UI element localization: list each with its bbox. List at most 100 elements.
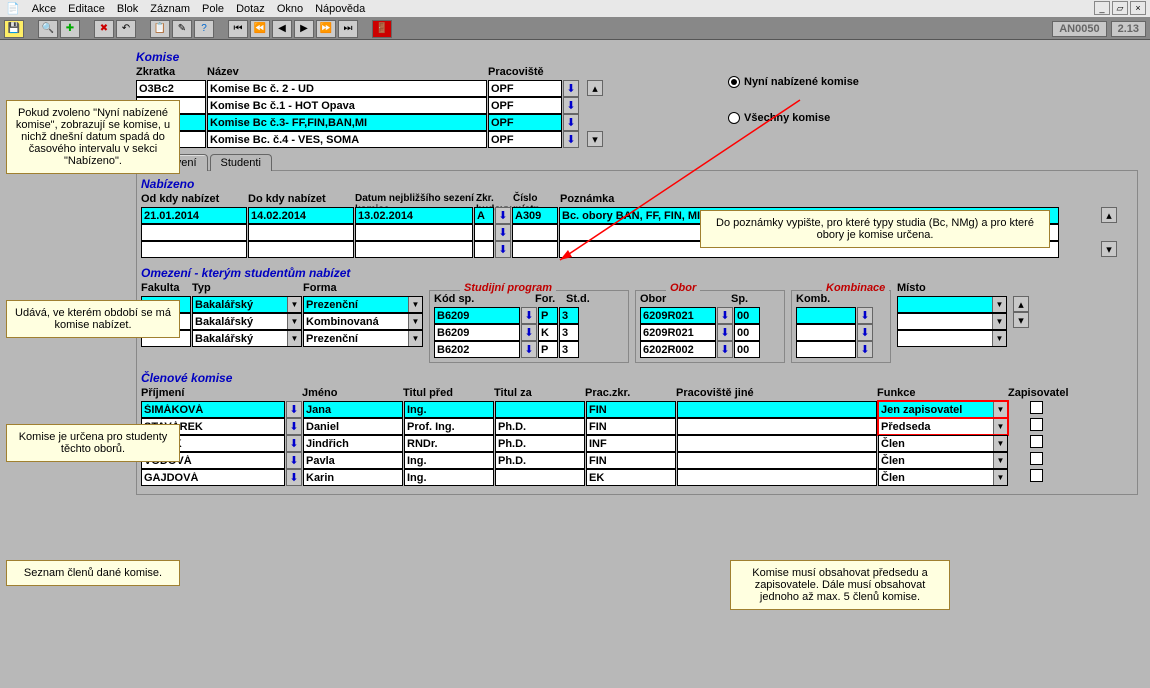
lov-icon[interactable]: ⬇ bbox=[717, 307, 733, 324]
nab-od-2[interactable] bbox=[141, 224, 247, 241]
om-sp[interactable] bbox=[734, 341, 760, 358]
lov-icon[interactable]: ⬇ bbox=[563, 131, 579, 148]
om-sp[interactable] bbox=[734, 324, 760, 341]
cl-jmeno[interactable] bbox=[303, 469, 403, 486]
scroll-up-icon[interactable]: ▴ bbox=[1013, 296, 1029, 312]
cl-titul-pred[interactable] bbox=[404, 401, 494, 418]
komise-pracoviste[interactable] bbox=[488, 97, 562, 114]
cl-titul-pred[interactable] bbox=[404, 435, 494, 452]
menu-pole[interactable]: Pole bbox=[202, 3, 224, 15]
nab-do[interactable] bbox=[248, 207, 354, 224]
cl-funkce[interactable]: Člen▼ bbox=[878, 435, 1008, 452]
cl-zapisovatel-checkbox[interactable] bbox=[1030, 435, 1043, 448]
komise-nazev[interactable] bbox=[207, 114, 487, 131]
nab-cislo[interactable] bbox=[512, 207, 558, 224]
copy-icon[interactable]: 📋 bbox=[150, 20, 170, 38]
om-typ[interactable]: Bakalářský▼ bbox=[192, 296, 302, 313]
cl-funkce[interactable]: Člen▼ bbox=[878, 469, 1008, 486]
nab-zkr[interactable] bbox=[474, 207, 494, 224]
prev-page-icon[interactable]: ⏪ bbox=[250, 20, 270, 38]
om-forma[interactable]: Kombinovaná▼ bbox=[303, 313, 423, 330]
cl-prijmeni[interactable] bbox=[141, 469, 285, 486]
edit-icon[interactable]: ✎ bbox=[172, 20, 192, 38]
tab-studenti[interactable]: Studenti bbox=[210, 154, 272, 171]
lov-icon[interactable]: ⬇ bbox=[286, 435, 302, 452]
cl-prac-zkr[interactable] bbox=[586, 452, 676, 469]
cl-titul-za[interactable] bbox=[495, 418, 585, 435]
lov-icon[interactable]: ⬇ bbox=[563, 80, 579, 97]
cl-prac-zkr[interactable] bbox=[586, 435, 676, 452]
om-obor[interactable] bbox=[640, 324, 716, 341]
om-kod[interactable] bbox=[434, 341, 520, 358]
delete-icon[interactable]: ✖ bbox=[94, 20, 114, 38]
scroll-down-icon[interactable]: ▾ bbox=[1013, 312, 1029, 328]
lov-icon[interactable]: ⬇ bbox=[857, 324, 873, 341]
lov-icon[interactable]: ⬇ bbox=[521, 341, 537, 358]
help-icon[interactable]: ? bbox=[194, 20, 214, 38]
nab-od[interactable] bbox=[141, 207, 247, 224]
menu-napoveda[interactable]: Nápověda bbox=[315, 3, 365, 15]
cl-zapisovatel-checkbox[interactable] bbox=[1030, 452, 1043, 465]
cl-funkce[interactable]: Jen zapisovatel▼ bbox=[878, 401, 1008, 418]
cl-prac-jine[interactable] bbox=[677, 435, 877, 452]
om-obor[interactable] bbox=[640, 341, 716, 358]
lov-icon[interactable]: ⬇ bbox=[563, 97, 579, 114]
om-for[interactable] bbox=[538, 341, 558, 358]
cl-zapisovatel-checkbox[interactable] bbox=[1030, 418, 1043, 431]
restore-button[interactable]: ▱ bbox=[1112, 1, 1128, 15]
cl-zapisovatel-checkbox[interactable] bbox=[1030, 469, 1043, 482]
menu-dotaz[interactable]: Dotaz bbox=[236, 3, 265, 15]
om-kod[interactable] bbox=[434, 307, 520, 324]
nab-zkr-2[interactable] bbox=[474, 224, 494, 241]
lov-icon[interactable]: ⬇ bbox=[286, 401, 302, 418]
cl-titul-za[interactable] bbox=[495, 435, 585, 452]
cl-titul-pred[interactable] bbox=[404, 452, 494, 469]
radio-vsechny[interactable]: Všechny komise bbox=[728, 112, 859, 124]
cl-prac-jine[interactable] bbox=[677, 401, 877, 418]
om-komb[interactable] bbox=[796, 324, 856, 341]
komise-zkratka[interactable] bbox=[136, 80, 206, 97]
nab-datum[interactable] bbox=[355, 207, 473, 224]
om-std[interactable] bbox=[559, 307, 579, 324]
om-kod[interactable] bbox=[434, 324, 520, 341]
lov-icon[interactable]: ⬇ bbox=[717, 324, 733, 341]
cl-funkce[interactable]: Člen▼ bbox=[878, 452, 1008, 469]
cl-prac-zkr[interactable] bbox=[586, 401, 676, 418]
komise-nazev[interactable] bbox=[207, 80, 487, 97]
om-std[interactable] bbox=[559, 341, 579, 358]
nab-cislo-2[interactable] bbox=[512, 224, 558, 241]
om-typ[interactable]: Bakalářský▼ bbox=[192, 330, 302, 347]
nab-cislo-3[interactable] bbox=[512, 241, 558, 258]
cl-jmeno[interactable] bbox=[303, 452, 403, 469]
komise-pracoviste[interactable] bbox=[488, 80, 562, 97]
cl-titul-pred[interactable] bbox=[404, 418, 494, 435]
nab-do-2[interactable] bbox=[248, 224, 354, 241]
exit-icon[interactable]: 🚪 bbox=[372, 20, 392, 38]
om-misto[interactable]: ▼ bbox=[897, 296, 1007, 313]
lov-icon[interactable]: ⬇ bbox=[521, 307, 537, 324]
cl-jmeno[interactable] bbox=[303, 418, 403, 435]
lov-icon[interactable]: ⬇ bbox=[521, 324, 537, 341]
om-std[interactable] bbox=[559, 324, 579, 341]
cl-titul-za[interactable] bbox=[495, 452, 585, 469]
menu-okno[interactable]: Okno bbox=[277, 3, 303, 15]
om-komb[interactable] bbox=[796, 307, 856, 324]
lov-icon[interactable]: ⬇ bbox=[495, 207, 511, 224]
cl-titul-za[interactable] bbox=[495, 401, 585, 418]
komise-pracoviste[interactable] bbox=[488, 131, 562, 148]
om-sp[interactable] bbox=[734, 307, 760, 324]
nab-od-3[interactable] bbox=[141, 241, 247, 258]
menu-zaznam[interactable]: Záznam bbox=[150, 3, 190, 15]
scroll-up-icon[interactable]: ▴ bbox=[1101, 207, 1117, 223]
cl-prac-jine[interactable] bbox=[677, 469, 877, 486]
om-komb[interactable] bbox=[796, 341, 856, 358]
cl-prac-jine[interactable] bbox=[677, 452, 877, 469]
om-obor[interactable] bbox=[640, 307, 716, 324]
om-misto[interactable]: ▼ bbox=[897, 313, 1007, 330]
scroll-down-icon[interactable]: ▾ bbox=[587, 131, 603, 147]
last-icon[interactable]: ⏭ bbox=[338, 20, 358, 38]
om-forma[interactable]: Prezenční▼ bbox=[303, 330, 423, 347]
cl-prac-zkr[interactable] bbox=[586, 469, 676, 486]
nab-do-3[interactable] bbox=[248, 241, 354, 258]
lov-icon[interactable]: ⬇ bbox=[495, 241, 511, 258]
